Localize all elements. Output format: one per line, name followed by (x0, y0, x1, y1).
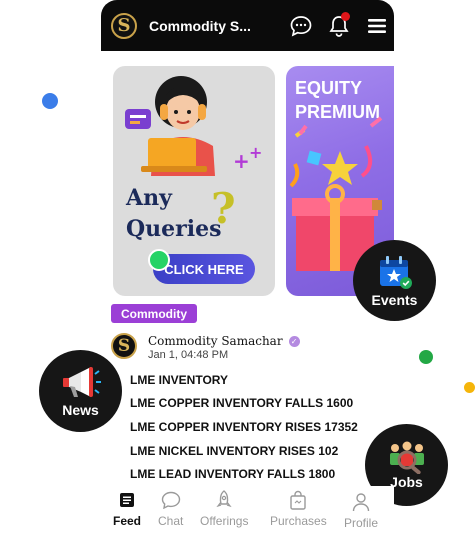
nav-feed[interactable]: Feed (113, 490, 141, 528)
nav-offerings[interactable]: Offerings (200, 490, 248, 528)
nav-chat[interactable]: Chat (158, 490, 183, 528)
nav-profile[interactable]: Profile (344, 490, 378, 530)
nav-profile-label: Profile (344, 516, 379, 530)
news-label: News (62, 402, 99, 418)
banner-title: Any Queries (126, 185, 222, 242)
post-line: LME INVENTORY (130, 373, 229, 387)
decor-dot-blue (42, 93, 58, 109)
post-line: LME LEAD INVENTORY FALLS 1800 (130, 467, 336, 481)
offerings-rocket-icon (216, 490, 232, 508)
app-title: Commodity S... (149, 17, 251, 34)
post-timestamp: Jan 1, 04:48 PM (148, 349, 229, 361)
events-button[interactable]: Events (353, 240, 436, 321)
jobs-label: Jobs (390, 474, 423, 490)
author-avatar[interactable]: S (111, 333, 137, 359)
post-line: LME COPPER INVENTORY RISES 17352 (130, 420, 358, 434)
nav-purchases-label: Purchases (270, 514, 327, 528)
events-label: Events (371, 291, 418, 308)
job-search-icon (389, 441, 424, 474)
verified-icon: ✓ (288, 335, 300, 347)
app-logo[interactable]: S (111, 12, 137, 39)
nav-offerings-label: Offerings (200, 514, 249, 528)
profile-icon (352, 493, 370, 512)
nav-chat-label: Chat (158, 514, 184, 528)
whatsapp-icon (148, 249, 170, 271)
calendar-icon (379, 255, 412, 289)
chat-bubble-icon[interactable] (288, 13, 314, 39)
notification-badge (341, 12, 350, 21)
post-line: LME COPPER INVENTORY FALLS 1600 (130, 396, 354, 410)
decor-dot-green (419, 350, 433, 364)
news-button[interactable]: News (39, 350, 122, 432)
feed-icon (120, 493, 134, 507)
shopping-bag-icon (290, 490, 307, 510)
menu-icon[interactable] (364, 13, 390, 39)
megaphone-icon (62, 367, 101, 397)
nav-purchases[interactable]: Purchases (270, 490, 327, 528)
decor-dot-yellow (464, 382, 475, 393)
chat-icon (161, 491, 180, 509)
category-tag[interactable]: Commodity (111, 304, 197, 323)
question-mark-icon: ? (211, 184, 236, 233)
svg-text:+: + (249, 143, 262, 162)
svg-text:+: + (233, 149, 250, 173)
post-line: LME NICKEL INVENTORY RISES 102 (130, 444, 339, 458)
top-bar: S Commodity S... (101, 0, 394, 51)
nav-feed-label: Feed (113, 514, 142, 528)
notification-bell-icon[interactable] (326, 12, 352, 39)
support-agent-illustration: + + (125, 76, 262, 176)
banner-any-queries[interactable]: + + Any Queries ? CLICK HERE (113, 66, 275, 296)
author-name[interactable]: Commodity Samachar (148, 334, 283, 348)
bottom-navigation: Feed Chat Offerings Purchases Profile (101, 486, 394, 538)
author-row: Commodity Samachar ✓ (148, 334, 300, 348)
